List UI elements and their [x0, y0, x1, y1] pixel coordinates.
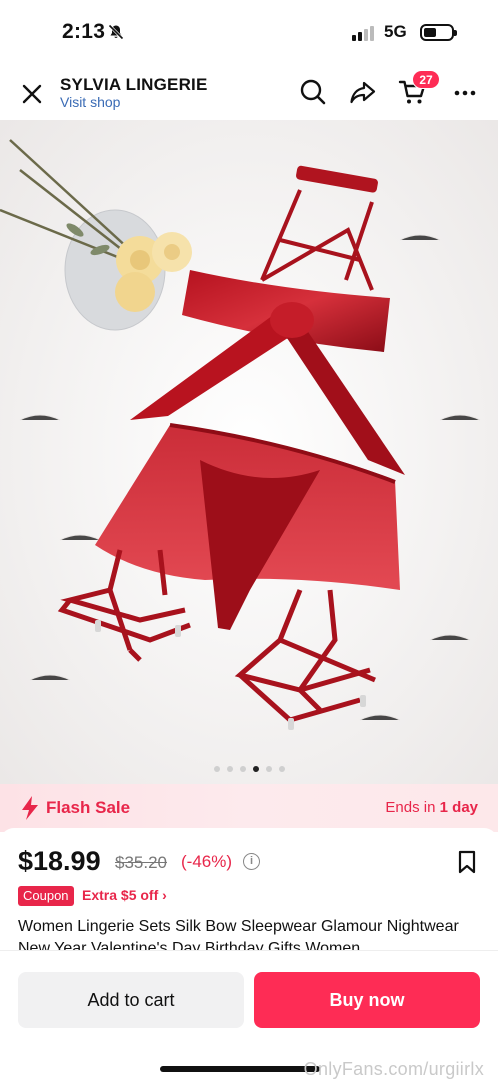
product-image-gallery[interactable] — [0, 120, 498, 784]
add-to-cart-button[interactable]: Add to cart — [18, 972, 244, 1028]
more-icon[interactable] — [450, 77, 480, 107]
product-photo — [0, 120, 498, 784]
gallery-dot[interactable] — [278, 766, 285, 772]
gallery-dot[interactable] — [239, 766, 246, 772]
status-time: 2:13 — [62, 20, 106, 43]
signal-icon — [352, 26, 374, 41]
visit-shop-link[interactable]: Visit shop — [60, 94, 120, 110]
gallery-dots — [0, 766, 498, 772]
flash-sale-banner: Flash Sale Ends in 1 day — [0, 784, 498, 832]
coupon-tag[interactable]: Coupon — [18, 886, 74, 906]
search-icon[interactable] — [298, 77, 328, 107]
buy-now-button[interactable]: Buy now — [254, 972, 480, 1028]
battery-icon — [420, 24, 457, 41]
silent-bell-icon — [108, 24, 124, 45]
info-icon[interactable]: i — [243, 853, 260, 870]
close-icon[interactable] — [18, 80, 46, 108]
countdown-value: 1 day — [439, 799, 478, 816]
flash-sale-countdown: Ends in 1 day — [385, 799, 478, 816]
gallery-dot[interactable] — [213, 766, 220, 772]
discount-percent: (-46%) — [181, 852, 233, 871]
countdown-prefix: Ends in — [385, 799, 436, 816]
original-price: $35.20 — [115, 853, 167, 872]
gallery-dot[interactable] — [226, 766, 233, 772]
bottom-action-bar: Add to cart Buy now OnlyFans.com/urgiirl… — [0, 950, 498, 1080]
coupon-offer[interactable]: Extra $5 off › — [82, 887, 167, 903]
cart-count-badge: 27 — [412, 70, 440, 89]
product-info-panel: $18.99 $35.20 (-46%) i Coupon Extra $5 o… — [0, 828, 498, 958]
flash-sale-label: Flash Sale — [46, 798, 131, 817]
status-bar: 2:13 5G — [0, 0, 498, 62]
home-indicator[interactable] — [160, 1066, 320, 1072]
product-header: SYLVIA LINGERIE Visit shop 27 — [0, 62, 498, 120]
bookmark-icon[interactable] — [456, 850, 478, 879]
lightning-icon — [20, 796, 40, 825]
gallery-dot[interactable] — [252, 766, 259, 772]
network-label: 5G — [384, 22, 407, 41]
gallery-dot[interactable] — [265, 766, 272, 772]
share-icon[interactable] — [348, 77, 378, 107]
shop-name[interactable]: SYLVIA LINGERIE — [60, 75, 208, 95]
current-price: $18.99 — [18, 846, 101, 876]
watermark-text: OnlyFans.com/urgiirlx — [303, 1059, 484, 1079]
